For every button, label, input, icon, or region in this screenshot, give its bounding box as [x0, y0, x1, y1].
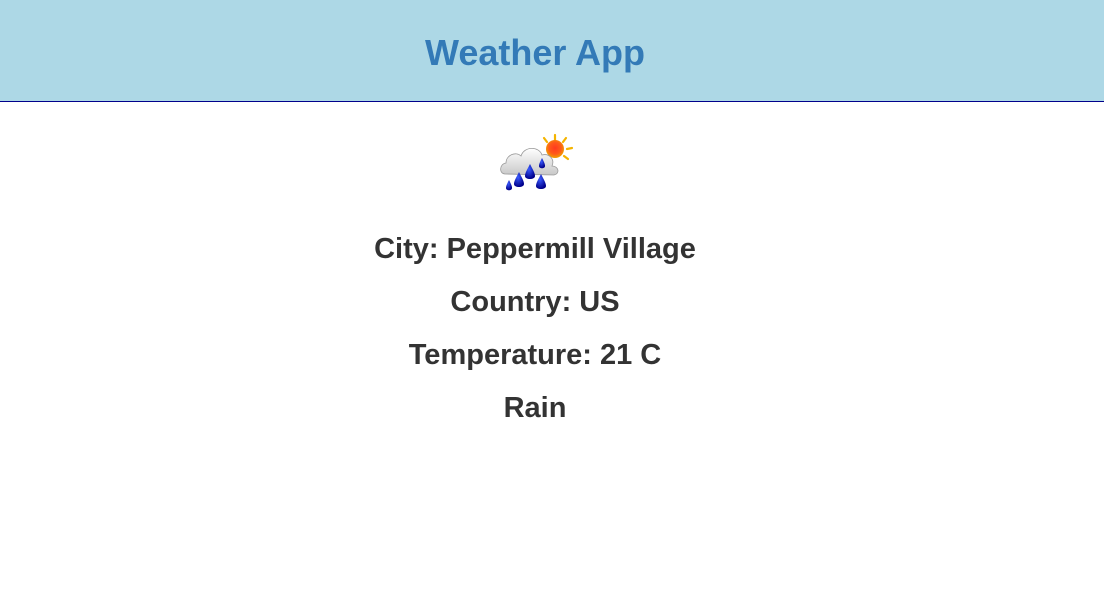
- country-label: Country: US: [450, 286, 620, 318]
- condition-label: Rain: [503, 392, 567, 424]
- temperature-label: Temperature: 21 C: [408, 339, 662, 371]
- app-title: Weather App: [424, 32, 646, 73]
- rain-cloud-sun-icon: [497, 132, 575, 194]
- app-header: Weather App: [0, 0, 1104, 102]
- city-label: City: Peppermill Village: [374, 233, 696, 265]
